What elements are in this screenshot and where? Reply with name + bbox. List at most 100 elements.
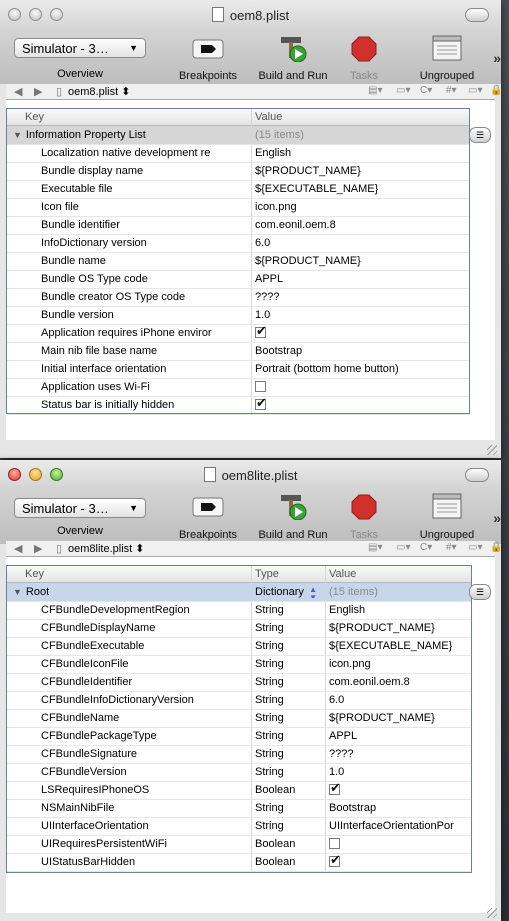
- bookmarks-menu-icon[interactable]: ▭▾: [396, 542, 410, 553]
- root-type-popup[interactable]: Dictionary ▲ ▼: [255, 586, 321, 598]
- row-value[interactable]: ${PRODUCT_NAME}: [329, 622, 469, 634]
- toolbar-overflow-icon[interactable]: »: [493, 50, 501, 66]
- split-icon[interactable]: ▭▾: [468, 85, 482, 96]
- checkbox-checked[interactable]: [329, 783, 340, 795]
- row-type[interactable]: Boolean: [255, 838, 295, 850]
- table-row[interactable]: UIStatusBarHidden Boolean: [7, 853, 471, 872]
- row-value[interactable]: icon.png: [329, 658, 469, 670]
- row-type[interactable]: String: [255, 802, 284, 814]
- row-type[interactable]: String: [255, 766, 284, 778]
- build-and-run-button[interactable]: Build and Run: [258, 492, 328, 541]
- column-header-key[interactable]: Key: [25, 568, 44, 580]
- row-type[interactable]: String: [255, 748, 284, 760]
- checkbox-checked[interactable]: [255, 326, 266, 338]
- table-row[interactable]: CFBundleIconFile String icon.png: [7, 655, 471, 674]
- table-row[interactable]: NSMainNibFile String Bootstrap: [7, 799, 471, 818]
- table-row[interactable]: CFBundleSignature String????: [7, 745, 471, 764]
- includes-menu-icon[interactable]: #▾: [446, 542, 457, 553]
- table-row[interactable]: UIInterfaceOrientation String UIInterfaceO…: [7, 817, 471, 836]
- row-value[interactable]: English: [255, 147, 467, 159]
- row-value[interactable]: English: [329, 604, 469, 616]
- row-value[interactable]: APPL: [255, 273, 467, 285]
- class-menu-icon[interactable]: C▾: [420, 85, 432, 96]
- row-value[interactable]: ${EXECUTABLE_NAME}: [255, 183, 467, 195]
- column-header-key[interactable]: Key: [25, 111, 44, 123]
- table-row[interactable]: CFBundlePackageType String APPL: [7, 727, 471, 746]
- row-value[interactable]: ${EXECUTABLE_NAME}: [329, 640, 469, 652]
- table-row[interactable]: Bundle OS Type code APPL: [7, 270, 469, 289]
- resize-grip-icon[interactable]: [487, 445, 497, 455]
- table-row[interactable]: Bundle display name ${PRODUCT_NAME}: [7, 162, 469, 181]
- row-type[interactable]: String: [255, 640, 284, 652]
- tasks-button[interactable]: Tasks: [350, 36, 378, 82]
- checkbox-unchecked[interactable]: [255, 380, 266, 392]
- row-value[interactable]: ${PRODUCT_NAME}: [255, 255, 467, 267]
- class-menu-icon[interactable]: C▾: [420, 542, 432, 553]
- table-row[interactable]: CFBundleVersion String 1.0: [7, 763, 471, 782]
- table-row[interactable]: Localization native development re Englis…: [7, 144, 469, 163]
- table-row[interactable]: CFBundleExecutable String ${EXECUTABLE_NAM…: [7, 637, 471, 656]
- table-row[interactable]: Bundle creator OS Type code????: [7, 288, 469, 307]
- row-value[interactable]: ????: [329, 748, 469, 760]
- row-value[interactable]: Bootstrap: [329, 802, 469, 814]
- checkbox-checked[interactable]: [329, 855, 340, 867]
- column-header-value[interactable]: Value: [255, 111, 282, 123]
- lock-icon[interactable]: 🔒: [490, 542, 502, 553]
- row-value[interactable]: UIInterfaceOrientationPor: [329, 820, 469, 832]
- resize-grip-icon[interactable]: [487, 908, 497, 918]
- bookmarks-menu-icon[interactable]: ▭▾: [396, 85, 410, 96]
- row-value[interactable]: com.eonil.oem.8: [329, 676, 469, 688]
- symbols-menu-icon[interactable]: ▤▾: [368, 85, 382, 96]
- split-icon[interactable]: ▭▾: [468, 542, 482, 553]
- table-row[interactable]: CFBundleInfoDictionaryVersion String 6.0: [7, 691, 471, 710]
- table-row[interactable]: Icon file icon.png: [7, 198, 469, 217]
- file-popup[interactable]: oem8lite.plist ⬍: [68, 542, 144, 555]
- table-row[interactable]: Initial interface orientation Portrait (b…: [7, 360, 469, 379]
- toolbar-toggle-button[interactable]: [465, 468, 489, 482]
- row-value[interactable]: APPL: [329, 730, 469, 742]
- row-type[interactable]: String: [255, 676, 284, 688]
- disclosure-triangle-icon[interactable]: ▼: [13, 130, 22, 140]
- row-value[interactable]: ????: [255, 291, 467, 303]
- scheme-select[interactable]: Simulator - 3… ▼: [14, 38, 146, 58]
- row-type[interactable]: String: [255, 730, 284, 742]
- table-row[interactable]: Status bar is initially hidden: [7, 396, 469, 415]
- title-bar[interactable]: oem8lite.plist: [0, 460, 501, 488]
- forward-arrow-icon[interactable]: ▶: [34, 542, 42, 555]
- ungrouped-button[interactable]: Ungrouped: [420, 492, 474, 541]
- column-header-type[interactable]: Type: [255, 568, 279, 580]
- root-row[interactable]: ▼ Root Dictionary ▲ ▼ (15 items): [7, 583, 471, 602]
- row-value[interactable]: com.eonil.oem.8: [255, 219, 467, 231]
- table-row[interactable]: CFBundleName String ${PRODUCT_NAME}: [7, 709, 471, 728]
- includes-menu-icon[interactable]: #▾: [446, 85, 457, 96]
- row-value[interactable]: ${PRODUCT_NAME}: [255, 165, 467, 177]
- row-value[interactable]: 6.0: [329, 694, 469, 706]
- checkbox-checked[interactable]: [255, 398, 266, 410]
- add-item-button[interactable]: ☰: [469, 127, 491, 143]
- table-row[interactable]: Main nib file base name Bootstrap: [7, 342, 469, 361]
- row-value[interactable]: 1.0: [255, 309, 467, 321]
- table-row[interactable]: UIRequiresPersistentWiFi Boolean: [7, 835, 471, 854]
- table-row[interactable]: Application uses Wi-Fi: [7, 378, 469, 397]
- row-type[interactable]: String: [255, 658, 284, 670]
- row-value[interactable]: Portrait (bottom home button): [255, 363, 467, 375]
- table-row[interactable]: CFBundleIdentifier String com.eonil.oem.8: [7, 673, 471, 692]
- table-row[interactable]: Bundle identifier com.eonil.oem.8: [7, 216, 469, 235]
- column-header-value[interactable]: Value: [329, 568, 356, 580]
- file-popup[interactable]: oem8.plist ⬍: [68, 85, 130, 98]
- forward-arrow-icon[interactable]: ▶: [34, 85, 42, 98]
- root-row[interactable]: ▼ Information Property List (15 items): [7, 126, 469, 145]
- back-arrow-icon[interactable]: ◀: [14, 542, 22, 555]
- breakpoints-button[interactable]: Breakpoints: [179, 38, 237, 82]
- ungrouped-button[interactable]: Ungrouped: [420, 34, 474, 82]
- table-row[interactable]: Application requires iPhone enviror: [7, 324, 469, 343]
- toolbar-toggle-button[interactable]: [465, 8, 489, 22]
- table-row[interactable]: Bundle name ${PRODUCT_NAME}: [7, 252, 469, 271]
- row-value[interactable]: 1.0: [329, 766, 469, 778]
- symbols-menu-icon[interactable]: ▤▾: [368, 542, 382, 553]
- breakpoints-button[interactable]: Breakpoints: [179, 496, 237, 541]
- add-item-button[interactable]: ☰: [469, 584, 491, 600]
- row-value[interactable]: Bootstrap: [255, 345, 467, 357]
- row-value[interactable]: ${PRODUCT_NAME}: [329, 712, 469, 724]
- table-row[interactable]: InfoDictionary version 6.0: [7, 234, 469, 253]
